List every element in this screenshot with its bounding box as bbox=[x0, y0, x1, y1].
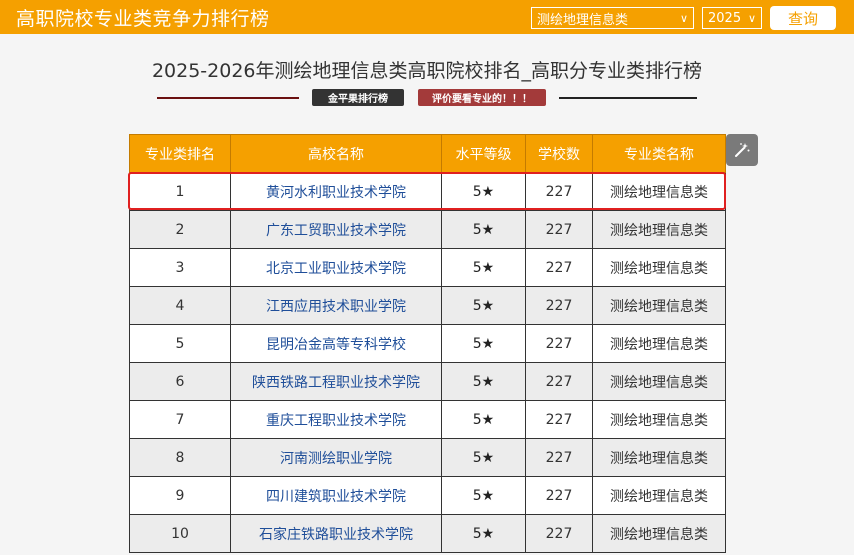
category-cell: 测绘地理信息类 bbox=[592, 476, 726, 515]
divider-left bbox=[157, 97, 299, 99]
level-cell: 5★ bbox=[441, 210, 526, 249]
category-cell: 测绘地理信息类 bbox=[592, 362, 726, 401]
school-link[interactable]: 昆明冶金高等专科学校 bbox=[230, 324, 442, 363]
table-row: 8 河南测绘职业学院 5★ 227 测绘地理信息类 bbox=[129, 438, 726, 477]
column-header-level[interactable]: 水平等级 bbox=[441, 134, 526, 173]
ranking-table: 专业类排名 高校名称 水平等级 学校数 专业类名称 1 黄河水利职业技术学院 5… bbox=[129, 134, 726, 553]
table-row: 6 陕西铁路工程职业技术学院 5★ 227 测绘地理信息类 bbox=[129, 362, 726, 401]
school-link[interactable]: 石家庄铁路职业技术学院 bbox=[230, 514, 442, 553]
level-cell: 5★ bbox=[441, 476, 526, 515]
category-cell: 测绘地理信息类 bbox=[592, 438, 726, 477]
rank-cell: 4 bbox=[129, 286, 231, 325]
count-cell: 227 bbox=[525, 476, 593, 515]
table-row: 9 四川建筑职业技术学院 5★ 227 测绘地理信息类 bbox=[129, 476, 726, 515]
category-cell: 测绘地理信息类 bbox=[592, 248, 726, 287]
year-select-value: 2025 bbox=[708, 10, 742, 26]
rank-cell: 8 bbox=[129, 438, 231, 477]
rank-cell: 2 bbox=[129, 210, 231, 249]
category-cell: 测绘地理信息类 bbox=[592, 172, 726, 211]
level-cell: 5★ bbox=[441, 172, 526, 211]
category-cell: 测绘地理信息类 bbox=[592, 210, 726, 249]
count-cell: 227 bbox=[525, 172, 593, 211]
table-row: 10 石家庄铁路职业技术学院 5★ 227 测绘地理信息类 bbox=[129, 514, 726, 553]
category-cell: 测绘地理信息类 bbox=[592, 324, 726, 363]
rank-cell: 1 bbox=[129, 172, 231, 211]
filter-controls: 测绘地理信息类 ∨ 2025 ∨ 查询 bbox=[531, 6, 836, 30]
rank-cell: 7 bbox=[129, 400, 231, 439]
school-link[interactable]: 北京工业职业技术学院 bbox=[230, 248, 442, 287]
count-cell: 227 bbox=[525, 400, 593, 439]
brand-tag: 金平果排行榜 bbox=[312, 89, 404, 106]
table-row: 7 重庆工程职业技术学院 5★ 227 测绘地理信息类 bbox=[129, 400, 726, 439]
count-cell: 227 bbox=[525, 514, 593, 553]
column-header-rank[interactable]: 专业类排名 bbox=[129, 134, 231, 173]
school-link[interactable]: 陕西铁路工程职业技术学院 bbox=[230, 362, 442, 401]
school-link[interactable]: 四川建筑职业技术学院 bbox=[230, 476, 442, 515]
page-title: 2025-2026年测绘地理信息类高职院校排名_高职分专业类排行榜 bbox=[151, 60, 703, 82]
category-cell: 测绘地理信息类 bbox=[592, 286, 726, 325]
count-cell: 227 bbox=[525, 324, 593, 363]
count-cell: 227 bbox=[525, 248, 593, 287]
school-link[interactable]: 江西应用技术职业学院 bbox=[230, 286, 442, 325]
level-cell: 5★ bbox=[441, 438, 526, 477]
level-cell: 5★ bbox=[441, 324, 526, 363]
rank-cell: 5 bbox=[129, 324, 231, 363]
category-cell: 测绘地理信息类 bbox=[592, 514, 726, 553]
divider-right bbox=[559, 97, 697, 99]
count-cell: 227 bbox=[525, 438, 593, 477]
magic-wand-button[interactable] bbox=[726, 134, 758, 166]
column-header-count[interactable]: 学校数 bbox=[525, 134, 593, 173]
category-cell: 测绘地理信息类 bbox=[592, 400, 726, 439]
level-cell: 5★ bbox=[441, 400, 526, 439]
column-header-category[interactable]: 专业类名称 bbox=[592, 134, 726, 173]
note-tag: 评价要看专业的！！！ bbox=[418, 89, 546, 106]
top-bar: 高职院校专业类竞争力排行榜 测绘地理信息类 ∨ 2025 ∨ 查询 bbox=[0, 0, 854, 34]
level-cell: 5★ bbox=[441, 286, 526, 325]
level-cell: 5★ bbox=[441, 362, 526, 401]
chevron-down-icon: ∨ bbox=[679, 11, 688, 25]
table-row: 5 昆明冶金高等专科学校 5★ 227 测绘地理信息类 bbox=[129, 324, 726, 363]
table-row: 4 江西应用技术职业学院 5★ 227 测绘地理信息类 bbox=[129, 286, 726, 325]
count-cell: 227 bbox=[525, 210, 593, 249]
app-title: 高职院校专业类竞争力排行榜 bbox=[16, 7, 270, 30]
category-select-value: 测绘地理信息类 bbox=[537, 12, 629, 28]
year-select[interactable]: 2025 ∨ bbox=[702, 7, 762, 29]
column-header-school[interactable]: 高校名称 bbox=[230, 134, 442, 173]
table-row: 1 黄河水利职业技术学院 5★ 227 测绘地理信息类 bbox=[129, 172, 726, 211]
rank-cell: 6 bbox=[129, 362, 231, 401]
rank-cell: 3 bbox=[129, 248, 231, 287]
school-link[interactable]: 广东工贸职业技术学院 bbox=[230, 210, 442, 249]
chevron-down-icon: ∨ bbox=[747, 11, 756, 25]
rank-cell: 9 bbox=[129, 476, 231, 515]
count-cell: 227 bbox=[525, 362, 593, 401]
school-link[interactable]: 黄河水利职业技术学院 bbox=[230, 172, 442, 211]
table-row: 3 北京工业职业技术学院 5★ 227 测绘地理信息类 bbox=[129, 248, 726, 287]
table-header-row: 专业类排名 高校名称 水平等级 学校数 专业类名称 bbox=[129, 134, 726, 173]
count-cell: 227 bbox=[525, 286, 593, 325]
school-link[interactable]: 重庆工程职业技术学院 bbox=[230, 400, 442, 439]
level-cell: 5★ bbox=[441, 248, 526, 287]
rank-cell: 10 bbox=[129, 514, 231, 553]
magic-wand-icon bbox=[735, 143, 750, 157]
level-cell: 5★ bbox=[441, 514, 526, 553]
query-button[interactable]: 查询 bbox=[770, 6, 836, 30]
school-link[interactable]: 河南测绘职业学院 bbox=[230, 438, 442, 477]
table-row: 2 广东工贸职业技术学院 5★ 227 测绘地理信息类 bbox=[129, 210, 726, 249]
category-select[interactable]: 测绘地理信息类 ∨ bbox=[531, 7, 694, 29]
